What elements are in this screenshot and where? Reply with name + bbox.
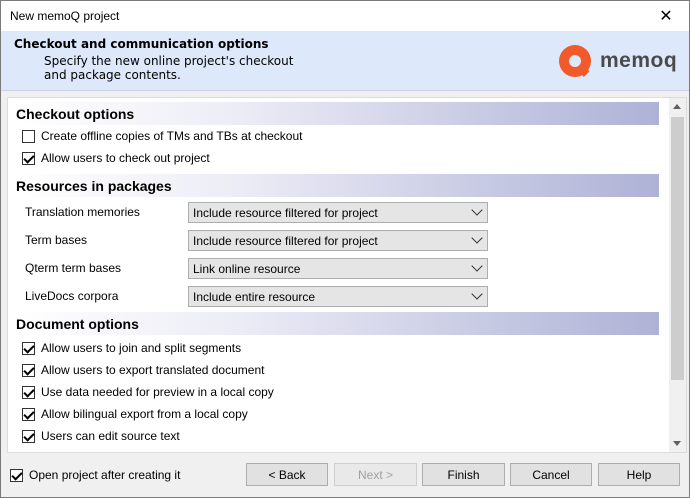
chevron-down-icon [471,232,483,244]
edit-source-checkbox[interactable]: Users can edit source text [22,429,180,443]
translation-memories-select[interactable]: Include resource filtered for project [188,202,488,223]
checkbox-box[interactable] [22,407,35,421]
close-button[interactable]: ✕ [643,1,689,31]
qterm-term-bases-select[interactable]: Link online resource [188,258,488,279]
vertical-scrollbar[interactable] [669,98,686,452]
section-resources-in-packages: Resources in packages [14,174,659,197]
checkbox-label: Create offline copies of TMs and TBs at … [41,129,303,143]
options-panel: Checkout options Create offline copies o… [7,97,687,453]
translation-memories-label: Translation memories [25,205,140,219]
livedocs-corpora-select[interactable]: Include entire resource [188,286,488,307]
help-button[interactable]: Help [598,463,680,486]
checkbox-label: Allow bilingual export from a local copy [41,407,248,421]
checkbox-box[interactable] [22,341,35,355]
join-split-checkbox[interactable]: Allow users to join and split segments [22,341,241,355]
page-title: Checkout and communication options [14,37,269,51]
bilingual-export-checkbox[interactable]: Allow bilingual export from a local copy [22,407,248,421]
back-button[interactable]: < Back [246,463,328,486]
finish-button[interactable]: Finish [422,463,505,486]
checkbox-box[interactable] [22,385,35,399]
checkbox-box[interactable] [10,468,23,482]
cancel-button[interactable]: Cancel [510,463,592,486]
memoq-logo-icon [559,45,591,77]
memoq-logo-text: memoq [600,49,678,72]
select-value: Include entire resource [193,290,316,304]
checkbox-box[interactable] [22,363,35,377]
scrollbar-thumb[interactable] [671,117,684,380]
qterm-term-bases-label: Qterm term bases [25,261,122,275]
section-document-options: Document options [14,312,659,335]
page-subtitle: Specify the new online project's checkou… [44,54,294,82]
checkbox-label: Allow users to join and split segments [41,341,242,355]
section-heading: Document options [16,316,139,332]
allow-checkout-checkbox[interactable]: Allow users to check out project [22,151,210,165]
select-value: Include resource filtered for project [193,234,378,248]
section-checkout-options: Checkout options [14,102,659,125]
term-bases-select[interactable]: Include resource filtered for project [188,230,488,251]
next-button[interactable]: Next > [334,463,417,486]
chevron-down-icon [471,260,483,272]
title-bar: New memoQ project ✕ [1,1,689,31]
checkbox-label: Use data needed for preview in a local c… [41,385,274,399]
close-icon: ✕ [659,8,673,25]
section-heading: Resources in packages [16,178,172,194]
section-heading: Checkout options [16,106,135,122]
checkbox-label: Users can edit source text [41,429,180,443]
window-title: New memoQ project [10,9,120,23]
preview-data-checkbox[interactable]: Use data needed for preview in a local c… [22,385,274,399]
checkbox-box[interactable] [22,129,35,143]
export-translated-checkbox[interactable]: Allow users to export translated documen… [22,363,264,377]
chevron-down-icon [471,204,483,216]
select-value: Include resource filtered for project [193,206,378,220]
select-value: Link online resource [193,262,301,276]
checkbox-box[interactable] [22,151,35,165]
memoq-logo: memoq [559,43,677,79]
open-project-checkbox[interactable]: Open project after creating it [10,468,180,482]
scroll-down-icon[interactable] [673,441,681,446]
checkbox-label: Allow users to export translated documen… [41,363,265,377]
checkbox-label: Allow users to check out project [41,151,210,165]
dialog-window: New memoQ project ✕ Checkout and communi… [0,0,690,498]
wizard-header: Checkout and communication options Speci… [1,31,689,91]
term-bases-label: Term bases [25,233,88,247]
chevron-down-icon [471,288,483,300]
checkbox-label: Open project after creating it [29,468,181,482]
offline-copies-checkbox[interactable]: Create offline copies of TMs and TBs at … [22,129,302,143]
livedocs-corpora-label: LiveDocs corpora [25,289,119,303]
checkbox-box[interactable] [22,429,35,443]
scroll-up-icon[interactable] [673,104,681,109]
